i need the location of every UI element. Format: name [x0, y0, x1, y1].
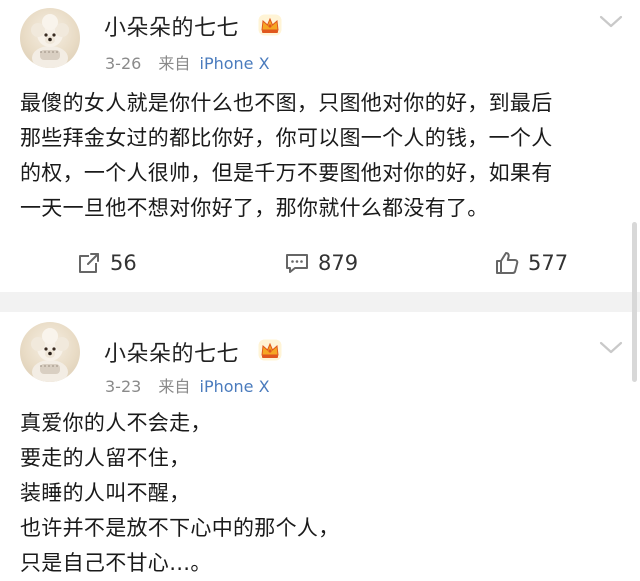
repost-button[interactable]: 56	[76, 250, 137, 276]
content-line: 也许并不是放不下心中的那个人，	[20, 516, 340, 540]
content-line: 最傻的女人就是你什么也不图，只图他对你的好，到最后	[20, 91, 553, 115]
content-line: 只是自己不甘心…。	[20, 551, 212, 575]
avatar[interactable]	[20, 322, 80, 382]
poodle-avatar-icon	[20, 322, 80, 382]
crown-vip-icon[interactable]	[258, 14, 282, 36]
content-line: 一天一旦他不想对你好了，那你就什么都没有了。	[20, 196, 489, 220]
post-meta: 3-23 来自 iPhone X	[105, 373, 270, 397]
comment-count: 879	[318, 251, 359, 275]
content-line: 装睡的人叫不醒，	[20, 481, 191, 505]
poodle-avatar-icon	[20, 8, 80, 68]
repost-count: 56	[110, 251, 137, 275]
weibo-post[interactable]: 小朵朵的七七 3-26 来自 iPhone X 最傻的女人就是你什么也不图，只图…	[0, 0, 640, 292]
content-line: 要走的人留不住，	[20, 446, 191, 470]
comment-button[interactable]: 879	[284, 250, 358, 276]
post-meta: 3-26 来自 iPhone X	[105, 50, 270, 74]
post-actions: 56 879 577	[0, 244, 640, 284]
post-separator	[0, 292, 640, 312]
chevron-down-icon[interactable]	[598, 14, 624, 30]
crown-vip-icon[interactable]	[258, 339, 282, 361]
post-date: 3-26	[105, 54, 142, 73]
like-count: 577	[528, 251, 569, 275]
post-date: 3-23	[105, 377, 142, 396]
chevron-down-icon[interactable]	[598, 340, 624, 356]
source-prefix: 来自	[158, 377, 191, 396]
post-content[interactable]: 真爱你的人不会走， 要走的人留不住， 装睡的人叫不醒， 也许并不是放不下心中的那…	[20, 406, 620, 581]
comment-icon	[284, 250, 310, 276]
username[interactable]: 小朵朵的七七	[104, 10, 239, 42]
content-line: 的权，一个人很帅，但是千万不要图他对你的好，如果有	[20, 161, 553, 185]
content-line: 那些拜金女过的都比你好，你可以图一个人的钱，一个人	[20, 126, 553, 150]
scrollbar[interactable]	[632, 222, 637, 382]
weibo-post[interactable]: 小朵朵的七七 3-23 来自 iPhone X 真爱你的人不会走， 要走的人留不…	[0, 312, 640, 575]
post-content[interactable]: 最傻的女人就是你什么也不图，只图他对你的好，到最后 那些拜金女过的都比你好，你可…	[20, 86, 620, 226]
thumbs-up-icon	[494, 250, 520, 276]
repost-icon	[76, 250, 102, 276]
content-line: 真爱你的人不会走，	[20, 411, 212, 435]
like-button[interactable]: 577	[494, 250, 568, 276]
avatar[interactable]	[20, 8, 80, 68]
device-link[interactable]: iPhone X	[200, 377, 270, 396]
username[interactable]: 小朵朵的七七	[104, 336, 239, 368]
device-link[interactable]: iPhone X	[200, 54, 270, 73]
source-prefix: 来自	[158, 54, 191, 73]
